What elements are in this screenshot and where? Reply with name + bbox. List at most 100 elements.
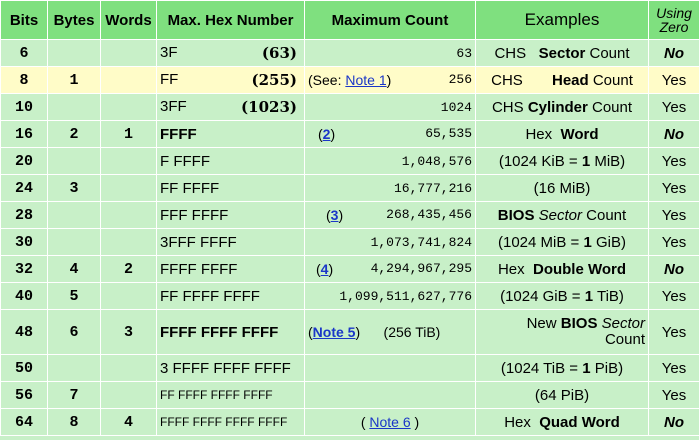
- header-max-hex: Max. Hex Number: [156, 0, 305, 40]
- table-row: 64 8 4 FFFF FFFF FFFF FFFF ( Note 6 ) He…: [0, 408, 699, 436]
- cell-words: [100, 282, 157, 310]
- cell-bytes: 7: [47, 381, 101, 409]
- cell-using-zero: Yes: [648, 66, 699, 94]
- cell-example: CHS Head Count: [475, 66, 649, 94]
- ex-bold: Word: [560, 125, 599, 143]
- cell-bits: 6: [0, 39, 48, 67]
- ex-post: Count: [585, 44, 630, 62]
- table-row: 50 3 FFFF FFFF FFFF (1024 TiB = 1 PiB) Y…: [0, 354, 699, 382]
- note-1-link[interactable]: Note 1: [345, 72, 386, 88]
- ex-pre: (1024 MiB =: [498, 233, 584, 251]
- count-value: 256: [448, 72, 472, 87]
- cell-using-zero: Yes: [648, 174, 699, 202]
- cell-using-zero: Yes: [648, 354, 699, 382]
- cell-example: Hex Double Word: [475, 255, 649, 283]
- cell-bits: 20: [0, 147, 48, 175]
- cell-words: 1: [100, 120, 157, 148]
- cell-words: [100, 201, 157, 229]
- ex-pre: (1024 GiB =: [500, 287, 585, 305]
- cell-words: [100, 66, 157, 94]
- cell-words: 3: [100, 309, 157, 355]
- cell-hex: 3 FFFF FFFF FFFF: [156, 354, 305, 382]
- table-row: 28 FFF FFFF (3) 268,435,456 BIOS Sector C…: [0, 201, 699, 229]
- note-post: ): [386, 72, 392, 88]
- ex-pre: (1024 TiB =: [500, 359, 583, 377]
- ex-bold: Sector: [538, 44, 586, 62]
- table-row: 32 4 2 FFFF FFFF (4) 4,294,967,295 Hex Do…: [0, 255, 699, 283]
- cell-bits: 48: [0, 309, 48, 355]
- ex-bold: BIOS: [560, 315, 598, 332]
- ex-post: MiB): [590, 152, 626, 170]
- ex-pre: New: [526, 315, 561, 332]
- cell-bytes: 6: [47, 309, 101, 355]
- cell-count: [304, 381, 476, 409]
- cell-hex: FFF FFFF: [156, 201, 305, 229]
- table-row: 20 F FFFF 1,048,576 (1024 KiB = 1 MiB) Y…: [0, 147, 699, 175]
- cell-bytes: [47, 354, 101, 382]
- ex-pre: (1024 KiB =: [498, 152, 582, 170]
- note-ref: ( Note 6 ): [360, 413, 420, 430]
- ex-post: TiB): [593, 287, 624, 305]
- header-using-zero: Using Zero: [648, 0, 699, 40]
- cell-bytes: 3: [47, 174, 101, 202]
- cell-bytes: [47, 228, 101, 256]
- cell-bytes: 1: [47, 66, 101, 94]
- cell-hex: FF FFFF: [156, 174, 305, 202]
- cell-words: [100, 381, 157, 409]
- cell-hex: 3FF (1023): [156, 93, 305, 121]
- hex-value: 3F: [160, 44, 178, 61]
- cell-bits: 30: [0, 228, 48, 256]
- ex-post: Count: [582, 206, 627, 224]
- cell-using-zero: No: [648, 120, 699, 148]
- ex-pre: Hex: [525, 125, 557, 143]
- cell-bytes: 8: [47, 408, 101, 436]
- header-examples: Examples: [475, 0, 649, 40]
- note-3-link[interactable]: 3: [331, 207, 339, 223]
- cell-bits: 16: [0, 120, 48, 148]
- cell-bits: 10: [0, 93, 48, 121]
- note-ref: (2): [318, 126, 336, 142]
- cell-words: [100, 93, 157, 121]
- cell-words: [100, 354, 157, 382]
- cell-count: 1,099,511,627,776: [304, 282, 476, 310]
- note-5-link[interactable]: Note 5: [313, 324, 356, 340]
- ex-post: PiB): [590, 359, 624, 377]
- cell-words: [100, 174, 157, 202]
- count-value: 268,435,456: [386, 207, 472, 222]
- note-6-link[interactable]: Note 6: [369, 414, 410, 430]
- cell-words: 4: [100, 408, 157, 436]
- header-row: Bits Bytes Words Max. Hex Number Maximum…: [0, 0, 699, 40]
- note-2-link[interactable]: 2: [323, 126, 331, 142]
- cell-bytes: 2: [47, 120, 101, 148]
- cell-words: [100, 147, 157, 175]
- ex-pre: CHS: [491, 98, 528, 116]
- cell-using-zero: No: [648, 39, 699, 67]
- note-ref: (4): [316, 261, 334, 277]
- ex-post: GiB): [591, 233, 626, 251]
- cell-example: (1024 GiB = 1 TiB): [475, 282, 649, 310]
- cell-count: (4) 4,294,967,295: [304, 255, 476, 283]
- table-row: 16 2 1 FFFF (2) 65,535 Hex Word No: [0, 120, 699, 148]
- ex-post: Count: [587, 98, 633, 116]
- table-row: 48 6 3 FFFF FFFF FFFF (Note 5) (256 TiB)…: [0, 309, 699, 355]
- count-value: 4,294,967,295: [370, 261, 472, 276]
- decimal-value: (1023): [241, 98, 297, 116]
- ex-bold: 1: [583, 233, 592, 251]
- ex-post: Count: [604, 331, 645, 348]
- cell-using-zero: No: [648, 408, 699, 436]
- cell-example: CHS Cylinder Count: [475, 93, 649, 121]
- note-4-link[interactable]: 4: [321, 261, 329, 277]
- cell-bits: 32: [0, 255, 48, 283]
- cell-count: (2) 65,535: [304, 120, 476, 148]
- header-words: Words: [100, 0, 157, 40]
- cell-example: (1024 MiB = 1 GiB): [475, 228, 649, 256]
- ex-bold: Double Word: [532, 260, 627, 278]
- cell-words: [100, 228, 157, 256]
- cell-hex: FF FFFF FFFF: [156, 282, 305, 310]
- cell-example: Hex Word: [475, 120, 649, 148]
- cell-using-zero: Yes: [648, 93, 699, 121]
- cell-using-zero: No: [648, 255, 699, 283]
- note-ref: (Note 5): [308, 323, 361, 340]
- cell-using-zero: Yes: [648, 309, 699, 355]
- ex-pre: CHS: [494, 44, 527, 62]
